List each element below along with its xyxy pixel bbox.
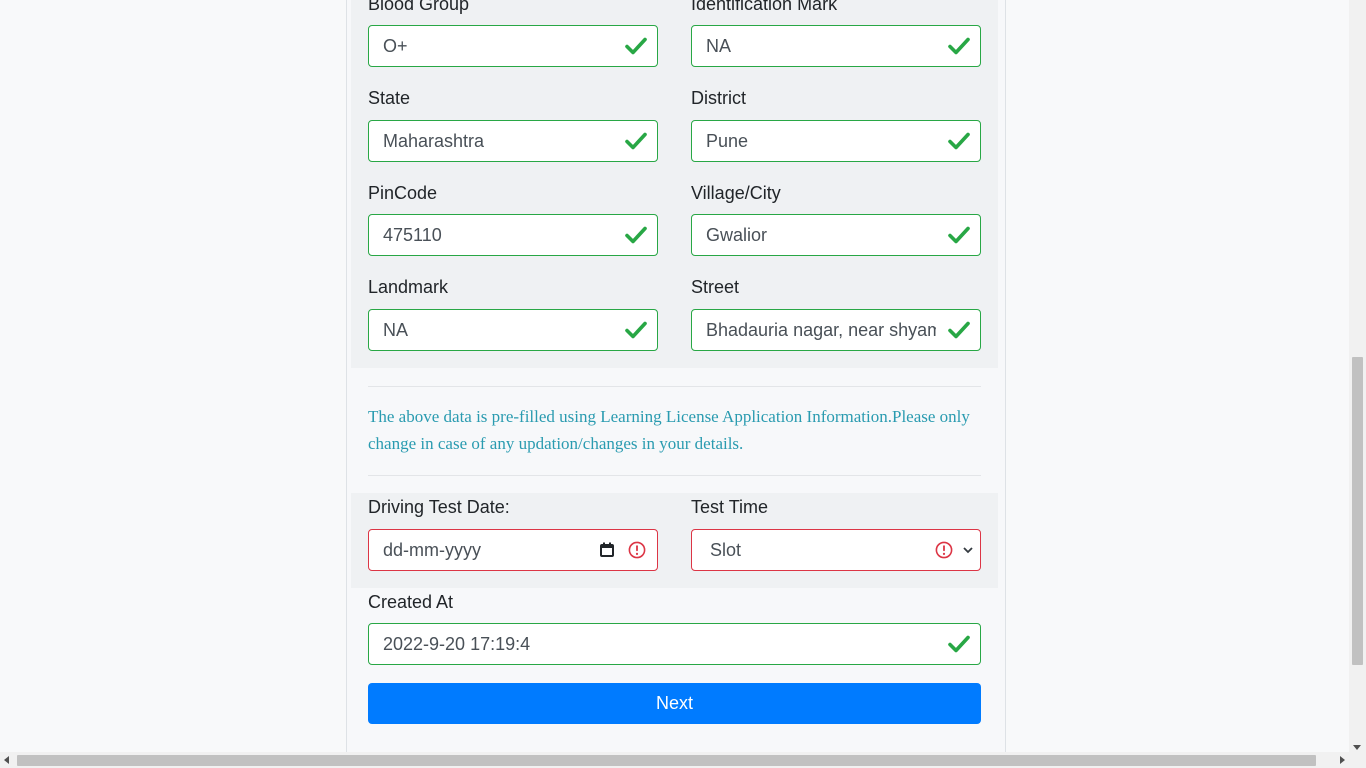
test-time-label: Test Time — [691, 497, 769, 517]
vertical-scrollbar[interactable] — [1349, 0, 1366, 752]
scroll-right-arrow-icon[interactable] — [1340, 756, 1345, 764]
check-icon — [948, 321, 970, 339]
blood-group-input[interactable]: O+ — [368, 25, 658, 67]
scroll-down-arrow-icon[interactable] — [1353, 745, 1361, 750]
street-input[interactable]: Bhadauria nagar, near shyam b — [691, 309, 981, 351]
landmark-label: Landmark — [368, 277, 449, 297]
divider — [368, 386, 981, 387]
created-at-input[interactable]: 2022-9-20 17:19:4 — [368, 623, 981, 665]
district-input[interactable]: Pune — [691, 120, 981, 162]
next-button[interactable]: Next — [368, 683, 981, 724]
horizontal-scrollbar[interactable] — [0, 752, 1366, 768]
chevron-down-icon — [963, 547, 973, 554]
check-icon — [625, 132, 647, 150]
district-label: District — [691, 88, 746, 108]
pincode-input[interactable]: 475110 — [368, 214, 658, 256]
prefill-note: The above data is pre-filled using Learn… — [368, 407, 970, 453]
test-time-select[interactable]: Slot — [691, 529, 981, 571]
village-city-input[interactable]: Gwalior — [691, 214, 981, 256]
horizontal-scroll-thumb[interactable] — [17, 755, 1316, 766]
divider — [368, 475, 981, 476]
created-at-label: Created At — [368, 592, 454, 612]
driving-test-date-label: Driving Test Date: — [368, 497, 510, 517]
landmark-input[interactable]: NA — [368, 309, 658, 351]
village-city-label: Village/City — [691, 183, 781, 203]
check-icon — [625, 321, 647, 339]
check-icon — [948, 37, 970, 55]
identification-mark-label: Identification Mark — [691, 0, 838, 14]
check-icon — [625, 37, 647, 55]
check-icon — [948, 635, 970, 653]
street-label: Street — [691, 277, 740, 297]
state-label: State — [368, 88, 411, 108]
check-icon — [948, 226, 970, 244]
calendar-icon[interactable] — [599, 542, 615, 558]
alert-icon — [935, 541, 953, 559]
driving-test-date-input[interactable]: dd-mm-yyyy — [368, 529, 658, 571]
alert-icon — [628, 541, 646, 559]
blood-group-label: Blood Group — [368, 0, 470, 14]
scroll-left-arrow-icon[interactable] — [4, 756, 9, 764]
check-icon — [948, 132, 970, 150]
check-icon — [625, 226, 647, 244]
pincode-label: PinCode — [368, 183, 438, 203]
state-input[interactable]: Maharashtra — [368, 120, 658, 162]
vertical-scroll-thumb[interactable] — [1352, 357, 1363, 665]
identification-mark-input[interactable]: NA — [691, 25, 981, 67]
